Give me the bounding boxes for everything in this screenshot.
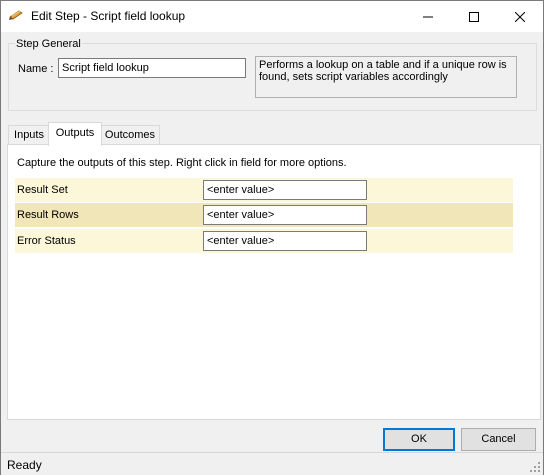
result-set-input[interactable]: <enter value> (203, 180, 367, 200)
output-row-result-rows: Result Rows <enter value> (15, 203, 513, 227)
result-set-label: Result Set (17, 184, 68, 196)
maximize-icon (469, 11, 479, 22)
error-status-input[interactable]: <enter value> (203, 231, 367, 251)
tab-inputs[interactable]: Inputs (8, 125, 50, 145)
result-rows-input[interactable]: <enter value> (203, 205, 367, 225)
window-title: Edit Step - Script field lookup (31, 9, 186, 23)
step-description: Performs a lookup on a table and if a un… (255, 56, 517, 98)
step-general-label: Step General (15, 38, 82, 50)
cancel-button[interactable]: Cancel (461, 428, 536, 451)
close-button[interactable] (497, 1, 543, 32)
status-text: Ready (7, 458, 42, 472)
outputs-caption: Capture the outputs of this step. Right … (17, 157, 347, 169)
maximize-button[interactable] (451, 1, 497, 32)
wrench-pencil-icon (9, 10, 23, 20)
title-bar[interactable]: Edit Step - Script field lookup (1, 1, 543, 32)
name-field[interactable]: Script field lookup (58, 58, 246, 78)
edit-step-window: Edit Step - Script field lookup Step Gen… (0, 0, 544, 475)
close-icon (515, 11, 525, 22)
result-rows-label: Result Rows (17, 209, 79, 221)
name-label: Name : (18, 63, 54, 75)
ok-button[interactable]: OK (383, 428, 455, 451)
minimize-icon (423, 16, 433, 17)
status-bar: Ready (1, 452, 543, 475)
tab-outputs[interactable]: Outputs (48, 122, 102, 146)
error-status-label: Error Status (17, 235, 76, 247)
output-row-result-set: Result Set <enter value> (15, 178, 513, 202)
resize-grip-icon[interactable] (530, 462, 541, 473)
tab-outcomes[interactable]: Outcomes (100, 125, 160, 145)
output-row-error-status: Error Status <enter value> (15, 229, 513, 253)
minimize-button[interactable] (405, 1, 451, 32)
